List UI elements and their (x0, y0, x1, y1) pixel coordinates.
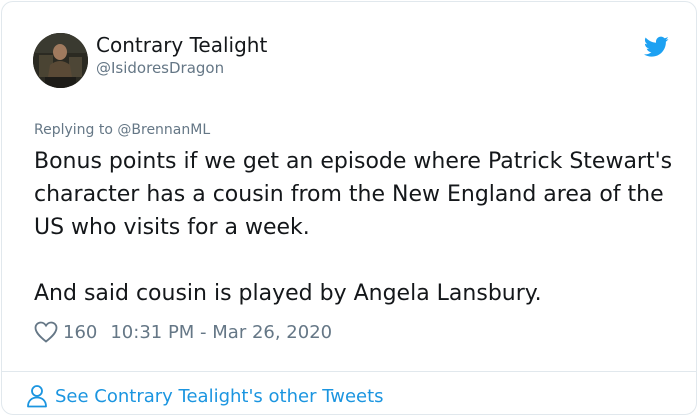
reply-mention-link[interactable]: @BrennanML (117, 122, 210, 138)
author-name[interactable]: Contrary Tealight (96, 33, 267, 57)
like-button[interactable]: 160 (34, 321, 97, 343)
twitter-bird-icon[interactable] (644, 36, 669, 58)
tweet-text: Bonus points if we get an episode where … (34, 145, 674, 310)
tweet-card: Contrary Tealight @IsidoresDragon Replyi… (1, 1, 697, 415)
timestamp-link[interactable]: 10:31 PM - Mar 26, 2020 (110, 322, 332, 343)
see-other-tweets-link[interactable]: See Contrary Tealight's other Tweets (26, 382, 384, 410)
reply-context: Replying to @BrennanML (34, 122, 210, 138)
see-other-tweets-label: See Contrary Tealight's other Tweets (55, 385, 384, 407)
tweet-meta: 160 10:31 PM - Mar 26, 2020 (34, 319, 332, 345)
reply-prefix: Replying to (34, 122, 118, 138)
heart-icon (34, 321, 58, 343)
divider (2, 371, 696, 372)
person-icon (27, 385, 47, 408)
like-count: 160 (63, 321, 98, 343)
tweet-paragraph: Bonus points if we get an episode where … (34, 149, 673, 240)
tweet-paragraph: And said cousin is played by Angela Lans… (34, 281, 542, 306)
avatar[interactable] (33, 33, 88, 88)
profile-photo-icon (33, 33, 88, 88)
author-handle[interactable]: @IsidoresDragon (96, 59, 224, 77)
